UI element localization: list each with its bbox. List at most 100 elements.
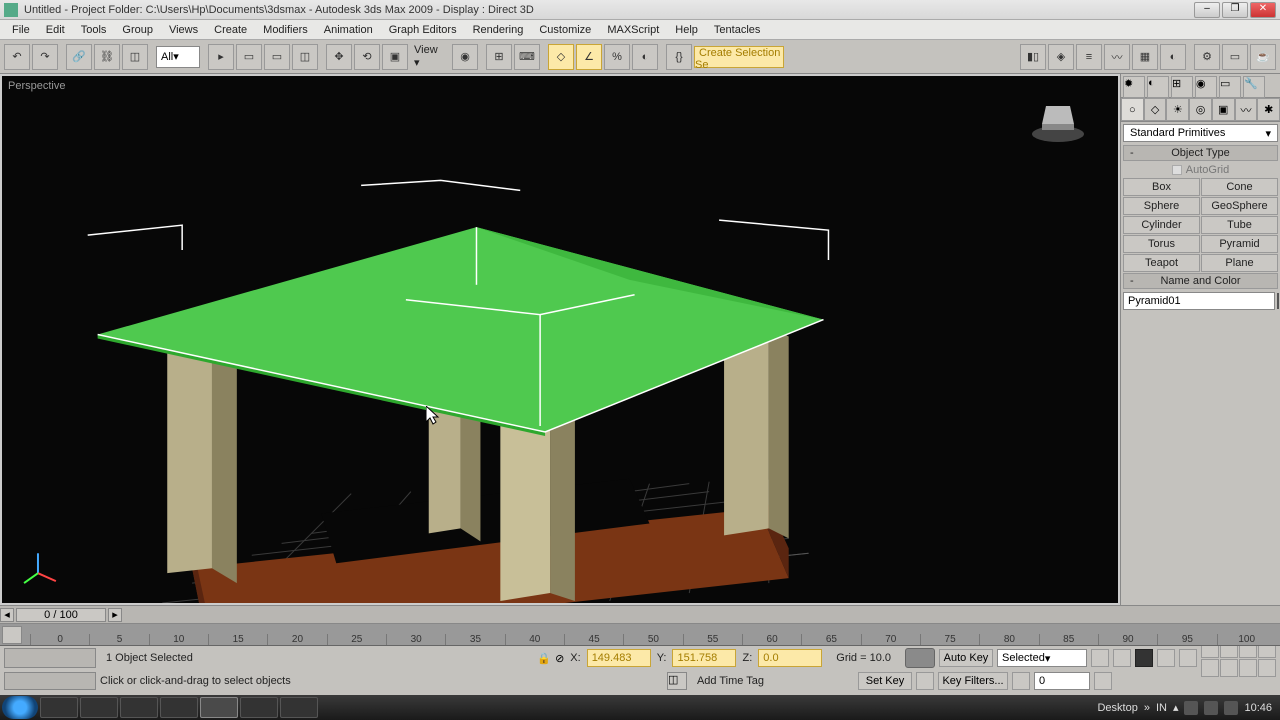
angle-snap-button[interactable]: ∠	[576, 44, 602, 70]
keyboard-shortcut-button[interactable]: ⌨	[514, 44, 540, 70]
percent-snap-button[interactable]: %	[604, 44, 630, 70]
sphere-button[interactable]: Sphere	[1123, 197, 1200, 215]
viewcube[interactable]	[1028, 94, 1088, 144]
move-button[interactable]: ✥	[326, 44, 352, 70]
torus-button[interactable]: Torus	[1123, 235, 1200, 253]
menu-modifiers[interactable]: Modifiers	[255, 22, 316, 38]
tray-chevron-icon[interactable]: »	[1144, 702, 1150, 714]
current-frame-input[interactable]	[1034, 672, 1090, 690]
selection-lock-icon[interactable]: ⊘	[555, 652, 564, 665]
pan-button[interactable]	[1220, 659, 1238, 677]
orbit-button[interactable]	[1239, 659, 1257, 677]
redo-button[interactable]: ↷	[32, 44, 58, 70]
set-key-button[interactable]: Set Key	[858, 672, 912, 690]
time-config-button[interactable]	[1094, 672, 1112, 690]
teapot-button[interactable]: Teapot	[1123, 254, 1200, 272]
edit-named-sel-button[interactable]: {}	[666, 44, 692, 70]
menu-tentacles[interactable]: Tentacles	[706, 22, 768, 38]
time-slider[interactable]: ◂ 0 / 100 ▸	[0, 606, 1280, 624]
tray-flag-icon[interactable]	[1184, 701, 1198, 715]
panel-motion-tab[interactable]: ◉	[1195, 76, 1217, 98]
menu-create[interactable]: Create	[206, 22, 255, 38]
taskbar-media-icon[interactable]	[80, 697, 118, 718]
select-button[interactable]: ▸	[208, 44, 234, 70]
goto-start-button[interactable]	[1091, 649, 1109, 667]
menu-graph-editors[interactable]: Graph Editors	[381, 22, 465, 38]
viewport[interactable]: Perspective	[0, 74, 1120, 605]
lock-icon[interactable]: 🔒	[537, 652, 551, 665]
tray-network-icon[interactable]	[1204, 701, 1218, 715]
menu-edit[interactable]: Edit	[38, 22, 73, 38]
panel-display-tab[interactable]: ▭	[1219, 76, 1241, 98]
cameras-tab[interactable]: ◎	[1189, 98, 1212, 121]
set-key-icon[interactable]	[916, 672, 934, 690]
cylinder-button[interactable]: Cylinder	[1123, 216, 1200, 234]
key-filters-button[interactable]: Key Filters...	[938, 672, 1008, 690]
reference-coord-dropdown[interactable]: View ▾	[410, 44, 450, 69]
window-crossing-button[interactable]: ◫	[292, 44, 318, 70]
plane-button[interactable]: Plane	[1201, 254, 1278, 272]
taskbar-app2-icon[interactable]	[280, 697, 318, 718]
taskbar-3dsmax-icon[interactable]	[200, 697, 238, 718]
clock[interactable]: 10:46	[1244, 702, 1272, 714]
menu-customize[interactable]: Customize	[531, 22, 599, 38]
object-name-input[interactable]	[1123, 292, 1275, 310]
geometry-tab[interactable]: ○	[1121, 98, 1144, 121]
spacewarps-tab[interactable]: 〰	[1235, 98, 1258, 121]
z-coord-input[interactable]	[758, 649, 822, 667]
link-button[interactable]: 🔗	[66, 44, 92, 70]
taskbar-explorer-icon[interactable]	[40, 697, 78, 718]
panel-create-tab[interactable]: ✹	[1123, 76, 1145, 98]
pivot-button[interactable]: ◉	[452, 44, 478, 70]
panel-modify-tab[interactable]: ◐	[1147, 76, 1169, 98]
select-name-button[interactable]: ▭	[236, 44, 262, 70]
menu-animation[interactable]: Animation	[316, 22, 381, 38]
lights-tab[interactable]: ☀	[1166, 98, 1189, 121]
cone-button[interactable]: Cone	[1201, 178, 1278, 196]
menu-rendering[interactable]: Rendering	[465, 22, 532, 38]
play-button[interactable]	[1135, 649, 1153, 667]
time-slider-handle[interactable]: 0 / 100	[16, 608, 106, 622]
spinner-snap-button[interactable]: ◐	[632, 44, 658, 70]
tray-up-icon[interactable]: ▴	[1173, 701, 1179, 714]
x-coord-input[interactable]	[587, 649, 651, 667]
menu-file[interactable]: File	[4, 22, 38, 38]
auto-key-button[interactable]: Auto Key	[939, 649, 993, 667]
object-color-swatch[interactable]	[1277, 293, 1279, 309]
helpers-tab[interactable]: ▣	[1212, 98, 1235, 121]
taskbar-folder-icon[interactable]	[160, 697, 198, 718]
next-frame-button[interactable]	[1157, 649, 1175, 667]
taskbar-firefox-icon[interactable]	[120, 697, 158, 718]
panel-hierarchy-tab[interactable]: ⊞	[1171, 76, 1193, 98]
taskbar-app-icon[interactable]	[240, 697, 278, 718]
key-mode-button[interactable]	[1012, 672, 1030, 690]
script-listener-box[interactable]	[4, 672, 96, 690]
geosphere-button[interactable]: GeoSphere	[1201, 197, 1278, 215]
shapes-tab[interactable]: ◇	[1144, 98, 1167, 121]
material-editor-button[interactable]: ◐	[1160, 44, 1186, 70]
tube-button[interactable]: Tube	[1201, 216, 1278, 234]
time-next-button[interactable]: ▸	[108, 608, 122, 622]
box-button[interactable]: Box	[1123, 178, 1200, 196]
mirror-button[interactable]: ▮▯	[1020, 44, 1046, 70]
menu-views[interactable]: Views	[161, 22, 206, 38]
close-button[interactable]: ✕	[1250, 2, 1276, 18]
menu-tools[interactable]: Tools	[73, 22, 115, 38]
rotate-button[interactable]: ⟲	[354, 44, 380, 70]
add-time-tag-button[interactable]: Add Time Tag	[691, 675, 770, 687]
named-selection-input[interactable]: Create Selection Se	[694, 46, 784, 68]
align-button[interactable]: ◈	[1048, 44, 1074, 70]
maximize-button[interactable]: ❐	[1222, 2, 1248, 18]
menu-group[interactable]: Group	[114, 22, 161, 38]
render-frame-button[interactable]: ▭	[1222, 44, 1248, 70]
key-mode-toggle-icon[interactable]	[905, 648, 935, 668]
name-color-rollout[interactable]: -Name and Color	[1123, 273, 1278, 289]
time-tag-icon[interactable]: ◫	[667, 672, 687, 690]
goto-end-button[interactable]	[1179, 649, 1197, 667]
panel-utilities-tab[interactable]: 🔧	[1243, 76, 1265, 98]
time-prev-button[interactable]: ◂	[0, 608, 14, 622]
selection-filter-dropdown[interactable]: All ▾	[156, 46, 200, 68]
render-setup-button[interactable]: ⚙	[1194, 44, 1220, 70]
minimize-button[interactable]: –	[1194, 2, 1220, 18]
track-bar-button[interactable]	[2, 626, 22, 644]
